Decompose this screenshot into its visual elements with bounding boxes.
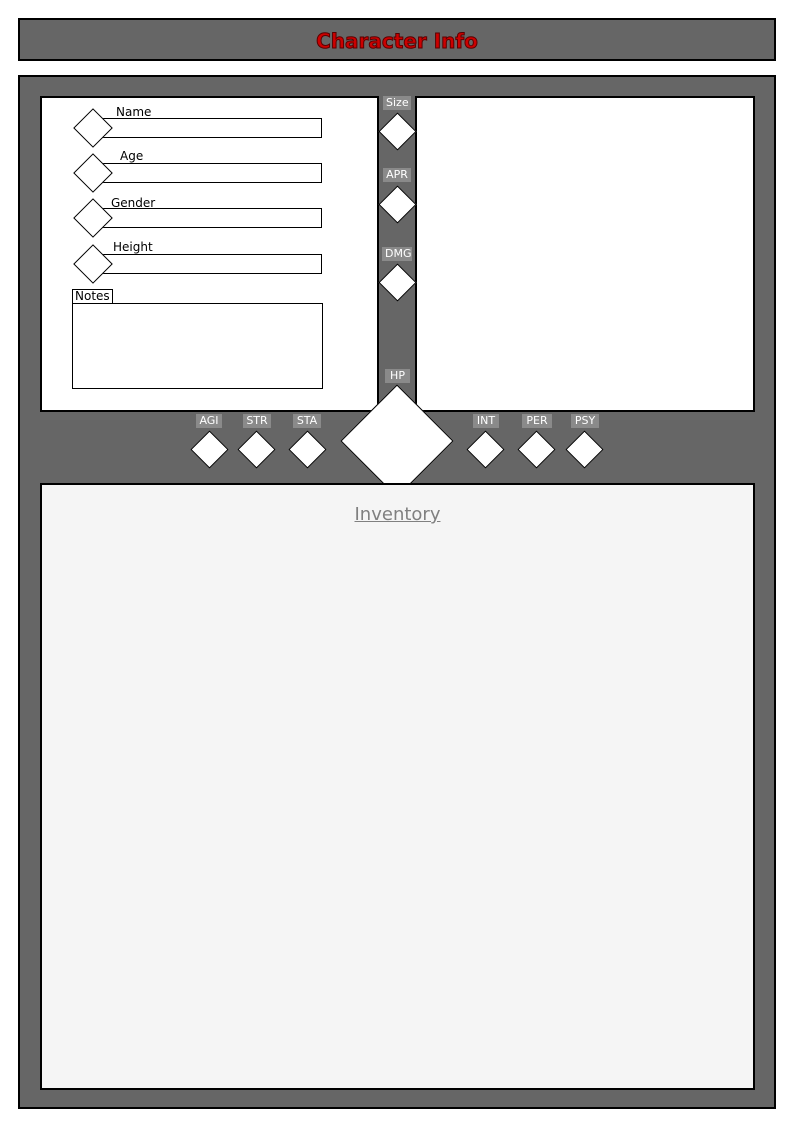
size-label: Size	[383, 96, 411, 110]
name-field[interactable]	[92, 118, 322, 138]
portrait-box[interactable]	[415, 96, 755, 412]
notes-label: Notes	[72, 289, 113, 304]
name-label: Name	[116, 105, 152, 119]
gender-label: Gender	[111, 196, 156, 210]
inventory-title: Inventory	[354, 504, 441, 525]
height-field[interactable]	[92, 254, 322, 274]
str-label: STR	[243, 414, 271, 428]
per-label: PER	[522, 414, 552, 428]
hp-label: HP	[385, 369, 410, 383]
apr-label: APR	[383, 168, 411, 182]
age-label: Age	[120, 149, 144, 163]
notes-field[interactable]	[72, 303, 323, 389]
gender-field[interactable]	[92, 208, 322, 228]
title-bar: Character Info	[18, 18, 776, 61]
sta-label: STA	[293, 414, 321, 428]
inventory-panel[interactable]	[40, 483, 755, 1090]
dmg-label: DMG	[382, 247, 412, 261]
agi-label: AGI	[196, 414, 222, 428]
height-label: Height	[113, 240, 153, 254]
age-field[interactable]	[92, 163, 322, 183]
page-title: Character Info	[316, 29, 479, 54]
psy-label: PSY	[571, 414, 599, 428]
int-label: INT	[473, 414, 499, 428]
